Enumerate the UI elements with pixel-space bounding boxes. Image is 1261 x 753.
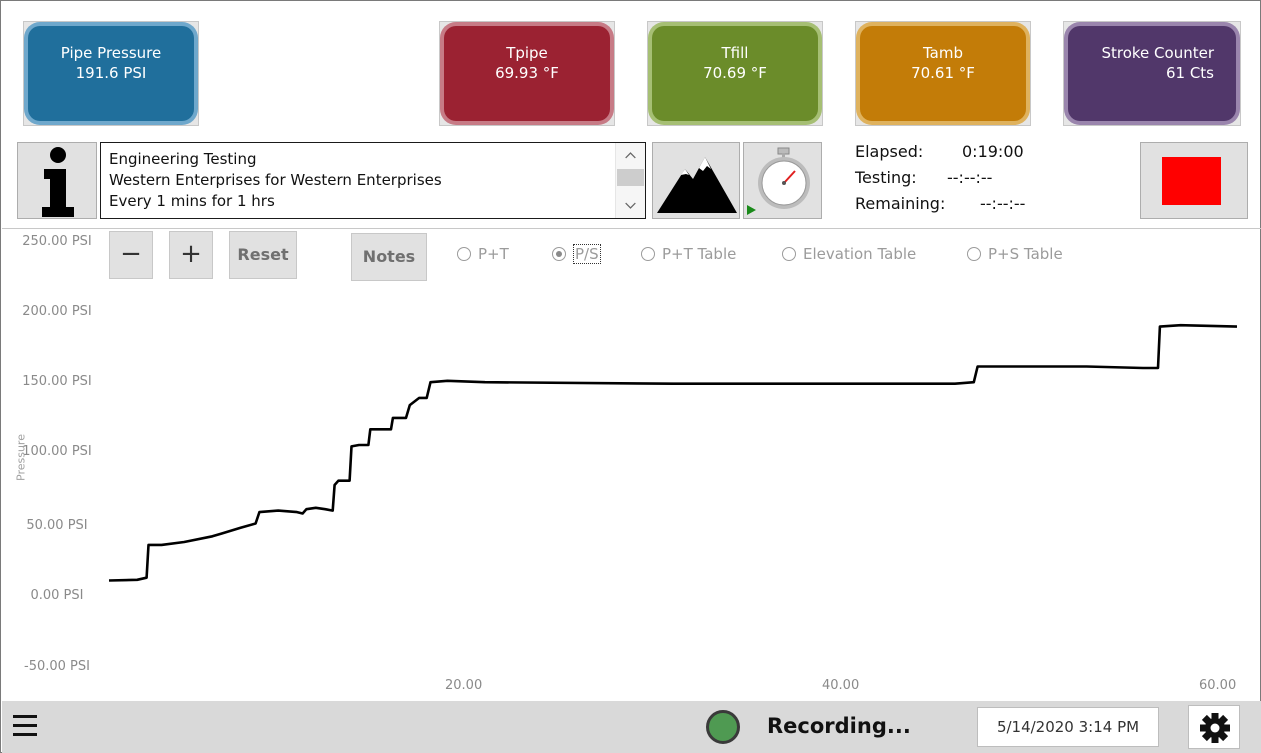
radio-p-over-s[interactable]: P/S (552, 244, 601, 264)
radio-elevation-table[interactable]: Elevation Table (782, 245, 916, 263)
gauge-tamb-face: Tamb 70.61 °F (860, 26, 1026, 121)
stop-button[interactable] (1140, 142, 1248, 219)
ytick-label: 200.00 PSI (22, 304, 92, 319)
radio-label: P+T (478, 245, 509, 263)
gauge-tfill[interactable]: Tfill 70.69 °F (647, 21, 823, 126)
remaining-value: --:--:-- (980, 194, 1026, 213)
gauge-tpipe-face: Tpipe 69.93 °F (444, 26, 610, 121)
gauge-label: Stroke Counter (1101, 44, 1214, 62)
radio-label: P+S Table (988, 245, 1063, 263)
zoom-out-button[interactable]: − (109, 231, 153, 279)
recording-status: Recording... (767, 714, 911, 738)
scroll-down-icon[interactable] (616, 196, 645, 216)
radio-dot (782, 247, 796, 261)
stop-icon (1162, 157, 1221, 205)
stopwatch-icon (747, 147, 810, 215)
testing-value: --:--:-- (947, 168, 993, 187)
gauge-value: 70.69 °F (703, 64, 767, 82)
info-icon (42, 147, 74, 217)
ytick-label: 150.00 PSI (22, 374, 92, 389)
radio-dot-selected (552, 247, 566, 261)
mountain-icon (657, 157, 737, 213)
radio-p-plus-s-table[interactable]: P+S Table (967, 245, 1063, 263)
reset-button[interactable]: Reset (229, 231, 297, 279)
ytick-label: 250.00 PSI (22, 234, 92, 249)
testing-label: Testing: (855, 168, 917, 187)
info-line-schedule: Every 1 mins for 1 hrs (109, 192, 275, 210)
radio-label: P/S (573, 244, 601, 264)
radio-label: Elevation Table (803, 245, 917, 263)
radio-p-plus-t-table[interactable]: P+T Table (641, 245, 736, 263)
ytick-label: 0.00 PSI (30, 588, 84, 603)
gauge-label: Pipe Pressure (60, 44, 162, 62)
gauge-label: Tpipe (506, 44, 548, 62)
gear-icon (1200, 713, 1230, 743)
gauge-tpipe[interactable]: Tpipe 69.93 °F (439, 21, 615, 126)
radio-dot (641, 247, 655, 261)
info-button[interactable] (17, 142, 97, 219)
scroll-up-icon[interactable] (616, 145, 645, 165)
notes-button[interactable]: Notes (351, 233, 427, 281)
xtick-label: 60.00 (1199, 678, 1237, 693)
radio-p-plus-t[interactable]: P+T (457, 245, 509, 263)
pressure-series-line (108, 323, 1238, 582)
test-info-textbox[interactable]: Engineering Testing Western Enterprises … (100, 142, 646, 219)
zoom-in-button[interactable]: + (169, 231, 213, 279)
remaining-label: Remaining: (855, 194, 946, 213)
play-icon (747, 205, 756, 215)
gauge-value: 61 Cts (1165, 64, 1214, 82)
gauge-value: 191.6 PSI (75, 64, 147, 82)
info-line-company: Western Enterprises for Western Enterpri… (109, 171, 442, 189)
elapsed-label: Elapsed: (855, 142, 924, 161)
ytick-label: -50.00 PSI (24, 659, 90, 674)
recording-indicator (706, 710, 740, 744)
radio-dot (457, 247, 471, 261)
gauge-value: 69.93 °F (495, 64, 559, 82)
info-line-title: Engineering Testing (109, 150, 257, 168)
settings-button[interactable] (1188, 705, 1240, 749)
scroll-thumb[interactable] (617, 169, 644, 186)
status-bar: Recording... 5/14/2020 3:14 PM (2, 701, 1261, 753)
gauge-stroke-counter-face: Stroke Counter 61 Cts (1068, 26, 1236, 121)
radio-label: P+T Table (662, 245, 737, 263)
gauge-pipe-pressure-face: Pipe Pressure 191.6 PSI (28, 26, 194, 121)
gauge-pipe-pressure[interactable]: Pipe Pressure 191.6 PSI (23, 21, 199, 126)
ytick-label: 50.00 PSI (26, 518, 88, 533)
gauge-tfill-face: Tfill 70.69 °F (652, 26, 818, 121)
divider (2, 228, 1261, 229)
datetime-display[interactable]: 5/14/2020 3:14 PM (977, 707, 1159, 747)
menu-icon[interactable] (13, 715, 37, 737)
y-axis-label: Pressure (14, 434, 28, 481)
gauge-label: Tamb (922, 44, 963, 62)
app-window: Pipe Pressure 191.6 PSI Tpipe 69.93 °F T… (0, 0, 1261, 753)
stopwatch-button[interactable] (743, 142, 822, 219)
elapsed-value: 0:19:00 (962, 142, 1024, 161)
radio-dot (967, 247, 981, 261)
gauge-value: 70.61 °F (911, 64, 975, 82)
gauge-label: Tfill (721, 44, 749, 62)
elevation-button[interactable] (652, 142, 740, 219)
gauge-stroke-counter[interactable]: Stroke Counter 61 Cts (1063, 21, 1241, 126)
gauge-tamb[interactable]: Tamb 70.61 °F (855, 21, 1031, 126)
info-scrollbar[interactable] (615, 143, 645, 218)
xtick-label: 40.00 (822, 678, 860, 693)
xtick-label: 20.00 (445, 678, 483, 693)
